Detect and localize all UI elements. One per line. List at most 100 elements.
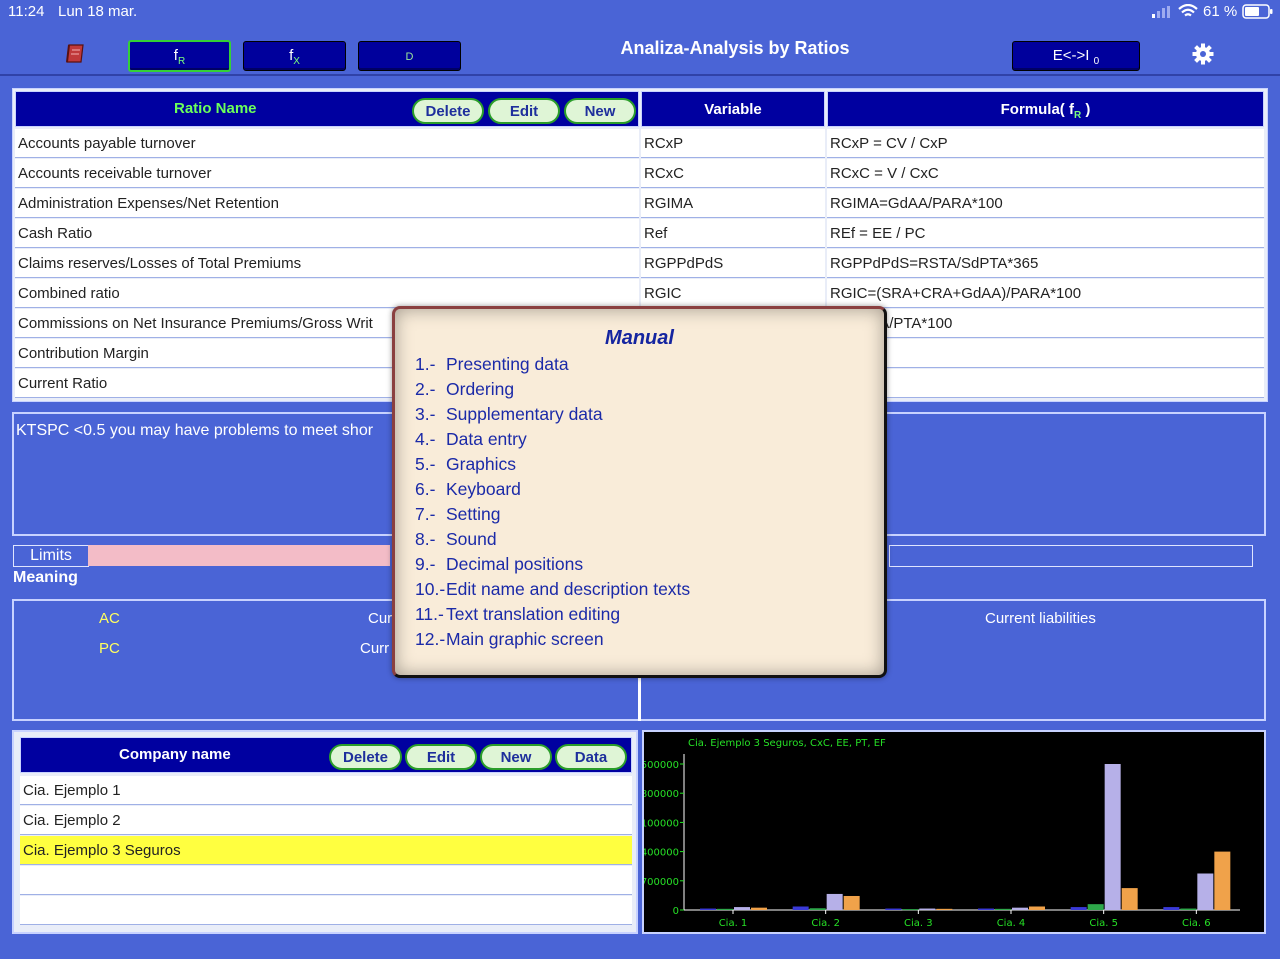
ratio-row-variable[interactable]: RGIMA — [641, 189, 825, 218]
manual-item[interactable]: 5.- Graphics — [415, 454, 516, 475]
chart-y-tick-label: 100000 — [644, 818, 679, 829]
ratio-row-variable[interactable]: RCxC — [641, 159, 825, 188]
ratio-row-formula[interactable]: -CV)/VT — [827, 339, 1264, 368]
manual-item-label: Supplementary data — [446, 404, 603, 424]
book-icon[interactable] — [64, 42, 88, 66]
chart-bar — [826, 893, 843, 910]
meaning-right-desc: Current liabilities — [985, 610, 1096, 627]
manual-item-label: Graphics — [446, 454, 517, 474]
toolbar-divider — [0, 74, 1280, 76]
manual-item[interactable]: 8.- Sound — [415, 529, 497, 550]
manual-item[interactable]: 12.-Main graphic screen — [415, 629, 604, 650]
chart-bar — [717, 908, 733, 910]
chart-bar — [1197, 873, 1214, 910]
manual-item-number: 8.- — [415, 529, 436, 549]
manual-item-label: Sound — [446, 529, 497, 549]
ratio-name-header: Ratio Name Delete Edit New — [15, 91, 639, 127]
company-row[interactable]: Cia. Ejemplo 3 Seguros — [20, 836, 632, 865]
limits-bar — [88, 545, 390, 566]
chart-bar — [978, 908, 994, 910]
chart-bar — [1012, 907, 1028, 910]
manual-item[interactable]: 11.- Text translation editing — [415, 604, 620, 625]
chart-panel: Cia. Ejemplo 3 Seguros, CxC, EE, PT, EF … — [641, 730, 1266, 934]
ratio-row-formula[interactable]: REf = EE / PC — [827, 219, 1264, 248]
ratio-row-name[interactable]: Accounts payable turnover — [15, 129, 639, 158]
company-data-button[interactable]: Data — [555, 744, 627, 770]
ratio-row-formula[interactable]: / PC — [827, 369, 1264, 398]
battery-percent: 61 % — [1203, 3, 1238, 20]
chart-y-tick-label: 400000 — [644, 848, 679, 859]
bar-chart: Cia. Ejemplo 3 Seguros, CxC, EE, PT, EF … — [641, 738, 1240, 929]
manual-item-number: 9.- — [415, 554, 436, 574]
ratio-delete-button[interactable]: Delete — [412, 98, 484, 124]
wifi-icon — [1178, 4, 1198, 17]
manual-item[interactable]: 10.-Edit name and description texts — [415, 579, 690, 600]
ratio-row-formula[interactable]: RGIC=(SRA+CRA+GdAA)/PARA*100 — [827, 279, 1264, 308]
chart-bar — [751, 907, 767, 910]
ratio-row-name[interactable]: Claims reserves/Losses of Total Premiums — [15, 249, 639, 278]
ratio-row-formula[interactable]: RCxP = CV / CxP — [827, 129, 1264, 158]
ratio-new-button[interactable]: New — [564, 98, 636, 124]
variable-function-sub: X — [293, 56, 300, 67]
chart-y-tick-label: 500000 — [644, 760, 679, 771]
data-button[interactable]: D — [358, 41, 461, 71]
chart-y-tick-label: 800000 — [644, 789, 679, 800]
ratio-function-button[interactable]: fR — [128, 40, 231, 72]
chart-bar — [1070, 907, 1087, 910]
ratio-row-variable[interactable]: RGPPdPdS — [641, 249, 825, 278]
company-delete-button[interactable]: Delete — [329, 744, 402, 770]
company-new-button[interactable]: New — [480, 744, 552, 770]
company-name-header-label: Company name — [119, 746, 231, 763]
manual-item[interactable]: 9.- Decimal positions — [415, 554, 583, 575]
formula-header: Formula( fR ) — [827, 91, 1264, 127]
manual-popup: Manual 1.- Presenting data 2.- Ordering 3.- S… — [392, 306, 887, 678]
ratio-row-variable[interactable]: RGIC — [641, 279, 825, 308]
cellular-signal-icon — [1152, 6, 1170, 18]
ratio-row-name[interactable]: Cash Ratio — [15, 219, 639, 248]
manual-item-number: 5.- — [415, 454, 436, 474]
ratio-row-name[interactable]: Combined ratio — [15, 279, 639, 308]
chart-bar — [792, 906, 809, 910]
chart-title: Cia. Ejemplo 3 Seguros, CxC, EE, PT, EF — [688, 738, 886, 749]
ratio-row-name[interactable]: Administration Expenses/Net Retention — [15, 189, 639, 218]
company-name-header: Company name Delete Edit New Data — [20, 737, 632, 773]
meaning-var-code: PC — [99, 640, 120, 657]
ratio-name-header-label: Ratio Name — [174, 100, 257, 117]
ratio-row-name[interactable]: Accounts receivable turnover — [15, 159, 639, 188]
company-row[interactable] — [20, 866, 632, 895]
manual-item-label: Data entry — [446, 429, 527, 449]
chart-x-tick-label: Cia. 3 — [904, 918, 933, 929]
manual-item-number: 7.- — [415, 504, 436, 524]
manual-item-label: Presenting data — [446, 354, 569, 374]
gear-icon[interactable] — [1192, 43, 1214, 65]
formula-header-label: Formula( f — [1000, 101, 1074, 118]
ratio-row-formula[interactable]: RGPPdPdS=RSTA/SdPTA*365 — [827, 249, 1264, 278]
ratio-row-formula[interactable]: SPdSNA/PTA*100 — [827, 309, 1264, 338]
company-row[interactable]: Cia. Ejemplo 1 — [20, 776, 632, 805]
manual-item[interactable]: 7.- Setting — [415, 504, 500, 525]
variable-function-button[interactable]: fX — [243, 41, 346, 71]
ratio-edit-button[interactable]: Edit — [488, 98, 560, 124]
chart-bar — [902, 909, 919, 911]
manual-item[interactable]: 4.- Data entry — [415, 429, 527, 450]
ratio-row-variable[interactable]: Ref — [641, 219, 825, 248]
manual-item[interactable]: 2.- Ordering — [415, 379, 514, 400]
manual-item[interactable]: 6.- Keyboard — [415, 479, 521, 500]
manual-item-label: Setting — [446, 504, 501, 524]
exchange-button[interactable]: E<->I 0 — [1012, 41, 1140, 71]
company-edit-button[interactable]: Edit — [405, 744, 477, 770]
chart-bar — [843, 895, 860, 910]
company-row[interactable] — [20, 896, 632, 925]
manual-item-number: 11.- — [415, 604, 444, 624]
ratio-row-formula[interactable]: RCxC = V / CxC — [827, 159, 1264, 188]
chart-bar — [995, 908, 1011, 910]
chart-x-tick-label: Cia. 4 — [997, 918, 1026, 929]
company-row[interactable]: Cia. Ejemplo 2 — [20, 806, 632, 835]
ratio-row-variable[interactable]: RCxP — [641, 129, 825, 158]
manual-item[interactable]: 3.- Supplementary data — [415, 404, 603, 425]
manual-item[interactable]: 1.- Presenting data — [415, 354, 569, 375]
ratio-row-formula[interactable]: RGIMA=GdAA/PARA*100 — [827, 189, 1264, 218]
chart-bar — [1121, 888, 1138, 910]
manual-item-label: Ordering — [446, 379, 515, 399]
manual-item-label: Text translation editing — [446, 604, 621, 624]
